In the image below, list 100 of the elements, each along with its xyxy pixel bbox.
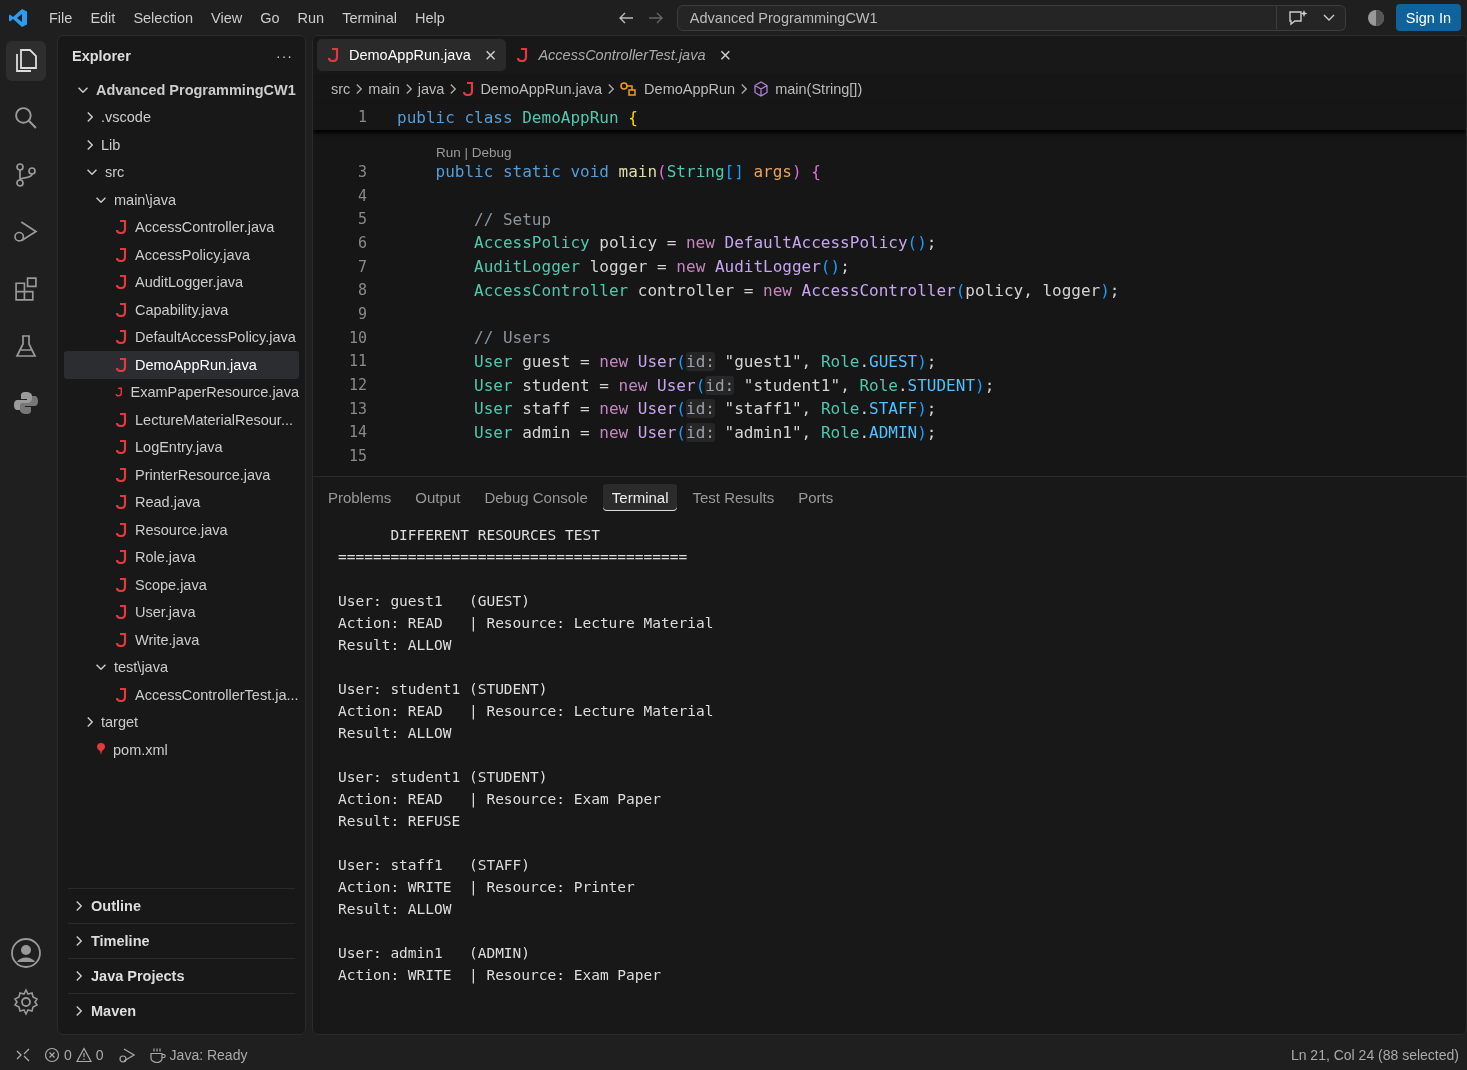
cup-icon [149, 1047, 166, 1063]
file-icon [115, 440, 127, 455]
line-number: 8 [356, 281, 367, 300]
terminal-line: Action: READ | Resource: Lecture Material [338, 703, 715, 722]
tree-item[interactable]: pom.xml [64, 736, 299, 764]
settings-icon[interactable] [11, 987, 41, 1017]
tree-item[interactable]: AccessControllerTest.ja... [64, 681, 299, 709]
menu-item[interactable]: Terminal [333, 9, 406, 26]
tree-item[interactable]: LogEntry.java [64, 433, 299, 461]
file-icon [115, 522, 127, 537]
tree-item[interactable]: Write.java [64, 626, 299, 654]
menu-item[interactable]: Selection [124, 9, 203, 26]
breadcrumb[interactable]: java [417, 81, 445, 97]
tree-item[interactable]: DefaultAccessPolicy.java [64, 323, 299, 351]
chevron-right-icon [450, 84, 457, 94]
panel-tab[interactable]: Test Results [683, 483, 784, 511]
chat-button[interactable] [1276, 4, 1346, 31]
breadcrumb[interactable]: main(String[]) [753, 81, 863, 97]
line-number: 3 [356, 162, 367, 181]
editor-tab[interactable]: AccessControllerTest.java × [506, 39, 742, 71]
forward-arrow-icon[interactable] [646, 10, 665, 25]
warning-icon [75, 1047, 92, 1063]
terminal-line: DIFFERENT RESOURCES TEST [389, 527, 601, 545]
tree-item[interactable]: ExamPaperResource.java [64, 378, 299, 406]
tree-item[interactable]: test\java [64, 653, 299, 681]
more-actions-button[interactable]: ··· [276, 48, 293, 64]
line-number: 10 [347, 328, 367, 347]
activity-button[interactable] [6, 41, 46, 81]
panel-tab[interactable]: Output [406, 483, 470, 511]
chevron-icon [78, 86, 88, 93]
sign-in-button[interactable]: Sign In [1395, 4, 1461, 31]
tree-item[interactable]: Resource.java [64, 516, 299, 544]
tree-item[interactable]: Role.java [64, 543, 299, 571]
terminal-line: Action: READ | Resource: Lecture Material [338, 615, 715, 634]
code-line: public static void main(String[] args) { [434, 162, 821, 182]
breadcrumb[interactable]: main [368, 81, 400, 97]
codelens-links[interactable]: Run | Debug [436, 145, 512, 160]
tree-item[interactable]: AuditLogger.java [64, 268, 299, 296]
chevron-right-icon [405, 84, 412, 94]
menu-item[interactable]: Help [405, 9, 454, 26]
tree-item[interactable]: Read.java [64, 488, 299, 516]
class-icon [620, 82, 639, 96]
terminal-line: Result: ALLOW [338, 637, 453, 655]
tree-item[interactable]: target [64, 708, 299, 736]
tree-item[interactable]: User.java [64, 598, 299, 626]
tree-item[interactable]: AccessController.java [64, 213, 299, 241]
file-icon [115, 357, 127, 372]
section-header[interactable]: Timeline [68, 923, 295, 958]
tree-item[interactable]: AccessPolicy.java [64, 241, 299, 269]
account-icon[interactable] [10, 937, 42, 969]
remote-icon[interactable] [16, 1048, 30, 1062]
play-bug-icon[interactable] [117, 1046, 136, 1064]
terminal-line: User: student1 (STUDENT) [338, 681, 549, 699]
code-line: User staff = new User(id: "staff1", Role.STAFF); [473, 399, 937, 419]
tree-item[interactable]: src [64, 158, 299, 186]
menu-item[interactable]: Edit [81, 9, 125, 26]
chat-sparkle-icon [1286, 8, 1309, 27]
line-number: 11 [347, 352, 367, 371]
panel-tab[interactable]: Terminal [602, 483, 678, 511]
menu-item[interactable]: Run [288, 9, 334, 26]
line-number: 4 [356, 186, 367, 205]
line-number: 1 [356, 108, 367, 126]
section-header[interactable]: Maven [68, 993, 295, 1028]
breadcrumb[interactable]: DemoAppRun.java [462, 81, 603, 97]
editor-tab[interactable]: DemoAppRun.java × [317, 39, 507, 71]
section-header[interactable]: Outline [68, 888, 295, 923]
chevron-icon [87, 717, 93, 728]
file-icon [115, 577, 127, 592]
breadcrumb[interactable]: src [331, 81, 351, 97]
panel-tab[interactable]: Problems [319, 483, 401, 511]
panel-tab[interactable]: Debug Console [475, 483, 597, 511]
command-center[interactable]: Advanced ProgrammingCW1 [676, 4, 1277, 31]
tree-item[interactable]: PrinterResource.java [64, 461, 299, 489]
account-shield-icon[interactable] [1365, 7, 1386, 28]
tree-item[interactable]: main\java [64, 186, 299, 214]
app-logo-icon[interactable] [8, 7, 28, 28]
tree-item[interactable]: LectureMaterialResour... [64, 406, 299, 434]
menu-item[interactable]: View [202, 9, 252, 26]
java-status[interactable]: Java: Ready [149, 1047, 248, 1063]
cursor-position[interactable]: Ln 21, Col 24 (88 selected) [1290, 1047, 1459, 1063]
menu-item[interactable]: Go [251, 9, 289, 26]
file-icon [115, 412, 127, 427]
menu-item[interactable]: File [40, 9, 82, 26]
breadcrumb[interactable]: DemoAppRun [620, 81, 736, 97]
tree-item[interactable]: Advanced ProgrammingCW1 [64, 76, 299, 104]
tree-item[interactable]: .vscode [64, 103, 299, 131]
problems-indicator[interactable]: 0 0 [44, 1047, 104, 1063]
line-number: 13 [347, 399, 367, 418]
tree-item[interactable]: Lib [64, 131, 299, 159]
panel-tab[interactable]: Ports [789, 483, 843, 511]
code-line: AuditLogger logger = new AuditLogger(); [473, 257, 850, 277]
section-header[interactable]: Java Projects [68, 958, 295, 993]
tree-item[interactable]: Capability.java [64, 296, 299, 324]
chevron-icon [87, 112, 93, 123]
chevron-right-icon [356, 84, 363, 94]
tree-item[interactable]: DemoAppRun.java [64, 351, 299, 379]
file-icon [115, 550, 127, 565]
tree-item[interactable]: Scope.java [64, 571, 299, 599]
chevron-right-icon [741, 84, 748, 94]
terminal-line: Result: ALLOW [338, 725, 453, 743]
